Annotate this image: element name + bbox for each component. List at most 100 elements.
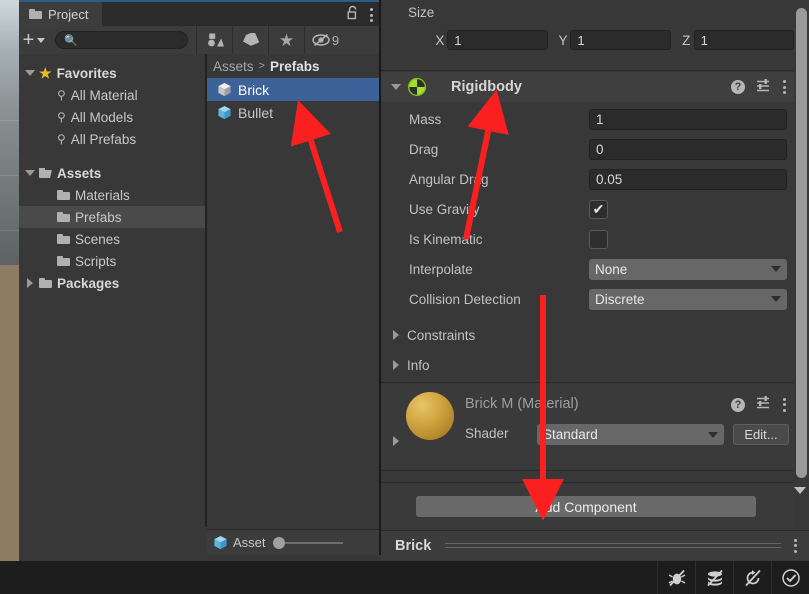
tree-item-prefabs[interactable]: Prefabs [19,206,205,228]
add-component-zone: Add Component [381,484,794,528]
size-property-block: Size X 1 Y 1 Z 1 [381,0,794,68]
hidden-objects-count: 9 [331,32,340,48]
rigidbody-component-header[interactable]: Rigidbody ? [381,72,794,102]
size-axis-z-label: Z [682,32,691,48]
preset-icon[interactable] [756,395,771,414]
project-panel: Project + 🔍 ★ 9 ★ Favorites ⚲ All Materi… [19,0,398,561]
asset-item[interactable]: Bullet [207,101,379,124]
search-input[interactable] [81,34,179,46]
size-y-field[interactable]: 1 [570,30,671,50]
tree-item-label: Materials [75,187,130,203]
property-row: Is Kinematic [381,224,794,254]
help-icon[interactable]: ? [731,80,745,94]
scene-sky [0,0,19,265]
foldout-row[interactable]: Constraints [381,322,794,348]
search-box[interactable]: 🔍 [55,31,188,49]
search-icon: ⚲ [57,88,66,102]
shader-label: Shader [465,426,509,441]
folder-icon [57,234,70,244]
size-z-field[interactable]: 1 [693,30,794,50]
zoom-slider[interactable] [272,536,343,549]
sync-disabled-icon[interactable] [733,561,771,594]
property-value-field[interactable]: 0.05 [589,168,787,190]
tree-item-favorites[interactable]: ★ Favorites [19,62,205,84]
property-dropdown-value: None [595,261,628,277]
chevron-right-icon[interactable] [393,436,399,446]
tree-twisty[interactable] [21,170,39,176]
inspector-scrollbar-thumb[interactable] [796,8,807,478]
tree-item-all-prefabs[interactable]: ⚲ All Prefabs [19,128,205,150]
scroll-down-arrow-icon[interactable] [794,487,806,494]
zoom-slider-track[interactable] [284,541,343,544]
help-icon[interactable]: ? [731,397,745,412]
search-icon: ⚲ [57,132,66,146]
property-checkbox[interactable] [589,229,608,249]
property-label: Collision Detection [409,291,521,307]
kebab-menu-icon[interactable] [369,8,373,22]
debug-disabled-icon[interactable] [657,561,695,594]
material-component-block: Brick M (Material) ? Shader Standard Edi… [381,384,794,468]
tree-item-label: Packages [57,275,120,291]
size-x-field[interactable]: 1 [447,30,548,50]
tree-twisty[interactable] [21,70,39,76]
tree-item-assets[interactable]: Assets [19,162,205,184]
tree-item-all-models[interactable]: ⚲ All Models [19,106,205,128]
project-toolbar: + 🔍 ★ 9 [19,26,379,54]
layers-disabled-icon[interactable] [695,561,733,594]
tab-project[interactable]: Project [19,2,103,26]
chevron-down-icon [708,431,718,438]
breadcrumb-current: Prefabs [269,58,320,74]
editor-status-bar [0,561,809,594]
inspector-scrollbar[interactable] [796,8,807,478]
inspector-panel: Size X 1 Y 1 Z 1 Rigidbody ? Mass 1 Drag… [381,0,809,561]
breadcrumb-root[interactable]: Assets [213,59,254,74]
name-bar-lines [445,540,781,551]
asset-item[interactable]: Brick [207,78,379,101]
check-icon: ✔ [592,201,605,217]
edit-shader-button[interactable]: Edit... [733,424,789,445]
search-icon: ⚲ [57,110,66,124]
foldout-label: Constraints [407,327,476,343]
shader-dropdown-value: Standard [543,427,598,442]
tree-item-label: Assets [57,165,102,181]
lock-open-icon[interactable] [346,5,359,25]
search-icon: 🔍 [64,34,78,47]
rigidbody-title: Rigidbody [451,79,522,95]
property-row: Mass 1 [381,104,794,134]
tree-twisty[interactable] [21,278,39,288]
foldout-row[interactable]: Info [381,352,794,378]
project-status-bar: Asset [207,529,379,555]
chevron-down-icon [771,266,781,272]
tree-item-scripts[interactable]: Scripts [19,250,205,272]
tree-item-scenes[interactable]: Scenes [19,228,205,250]
object-name[interactable]: Brick [395,538,431,554]
material-sphere-preview [406,392,454,440]
property-value-field[interactable]: 1 [589,108,787,130]
tree-item-packages[interactable]: Packages [19,272,205,294]
add-component-button[interactable]: Add Component [416,496,756,517]
property-checkbox[interactable]: ✔ [589,199,608,219]
shader-dropdown[interactable]: Standard [537,424,724,445]
property-label: Interpolate [409,261,473,277]
tree-item-all-material[interactable]: ⚲ All Material [19,84,205,106]
tree-item-label: Scenes [75,231,121,247]
zoom-slider-knob[interactable] [272,536,285,549]
chevron-down-icon[interactable] [391,84,401,90]
favorites-star-icon[interactable]: ★ [268,26,304,54]
tree-item-materials[interactable]: Materials [19,184,205,206]
kebab-menu-icon[interactable] [782,397,786,412]
filter-by-label-icon[interactable] [232,26,268,54]
property-dropdown[interactable]: None [589,258,787,280]
filter-by-type-icon[interactable] [196,26,232,54]
preset-icon[interactable] [756,78,771,97]
tree-item-label: Scripts [75,253,117,269]
property-value-field[interactable]: 0 [589,138,787,160]
kebab-menu-icon[interactable] [793,538,797,553]
check-circle-icon[interactable] [771,561,809,594]
foldout-label: Info [407,357,430,373]
create-asset-button[interactable]: + [19,30,49,50]
kebab-menu-icon[interactable] [782,80,786,94]
hidden-objects-toggle[interactable]: 9 [304,26,346,54]
property-dropdown[interactable]: Discrete [589,288,787,310]
